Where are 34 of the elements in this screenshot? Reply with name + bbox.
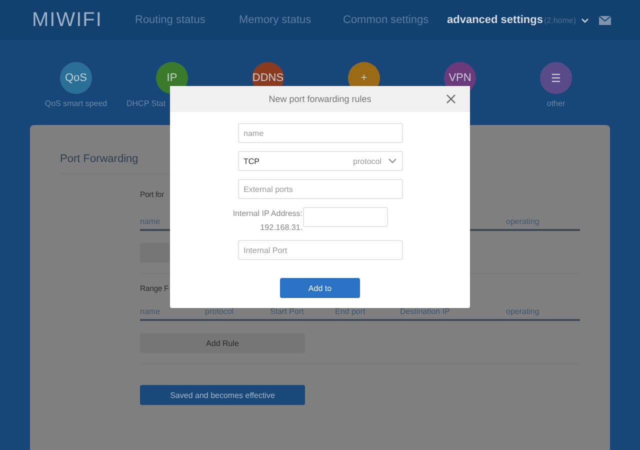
- text-field[interactable]: External ports: [238, 179, 402, 199]
- nav-tab[interactable]: Routing status: [135, 14, 239, 26]
- caret-icon[interactable]: [581, 18, 589, 22]
- protocol-dropdown[interactable]: TCP protocol: [238, 151, 402, 171]
- nav-tab[interactable]: Common settings: [343, 14, 447, 26]
- logo: MIWIFI: [32, 8, 104, 32]
- column-header: protocol: [205, 307, 234, 316]
- column-header: name: [140, 307, 162, 316]
- column-header: operating: [506, 217, 540, 226]
- save-button[interactable]: Saved and becomes effective: [140, 385, 305, 405]
- ip-field[interactable]: [302, 207, 388, 227]
- shortcut-label: DHCP Stat: [126, 99, 166, 108]
- router-name: (2.home): [544, 16, 576, 24]
- column-header: Start Port: [270, 307, 305, 316]
- column-header: name: [140, 217, 162, 226]
- nav-tab[interactable]: Memory status: [239, 14, 343, 26]
- field-label: Internal IP Address:: [232, 209, 302, 218]
- dialog-title: New port forwarding rules: [268, 94, 372, 104]
- shortcut-icon[interactable]: ☰: [540, 62, 572, 94]
- text-field[interactable]: name: [238, 123, 402, 143]
- column-header: operating: [506, 307, 540, 316]
- mail-icon[interactable]: [599, 16, 611, 24]
- add-button[interactable]: Add to: [280, 278, 360, 298]
- shortcut-label: QoS smart speed: [44, 99, 108, 108]
- column-header: Destination IP: [400, 307, 451, 316]
- shortcut-label: other: [546, 99, 566, 108]
- ip-prefix: 192.168.31.: [260, 223, 302, 232]
- chevron-icon[interactable]: [388, 158, 396, 164]
- shortcut-icon[interactable]: QoS: [60, 62, 92, 94]
- add-rule-button[interactable]: Add Rule: [140, 333, 305, 353]
- text-field[interactable]: Internal Port: [238, 240, 402, 260]
- column-header: End port: [335, 307, 366, 316]
- nav-tab[interactable]: advanced settings: [447, 14, 543, 26]
- close-icon[interactable]: [446, 94, 456, 104]
